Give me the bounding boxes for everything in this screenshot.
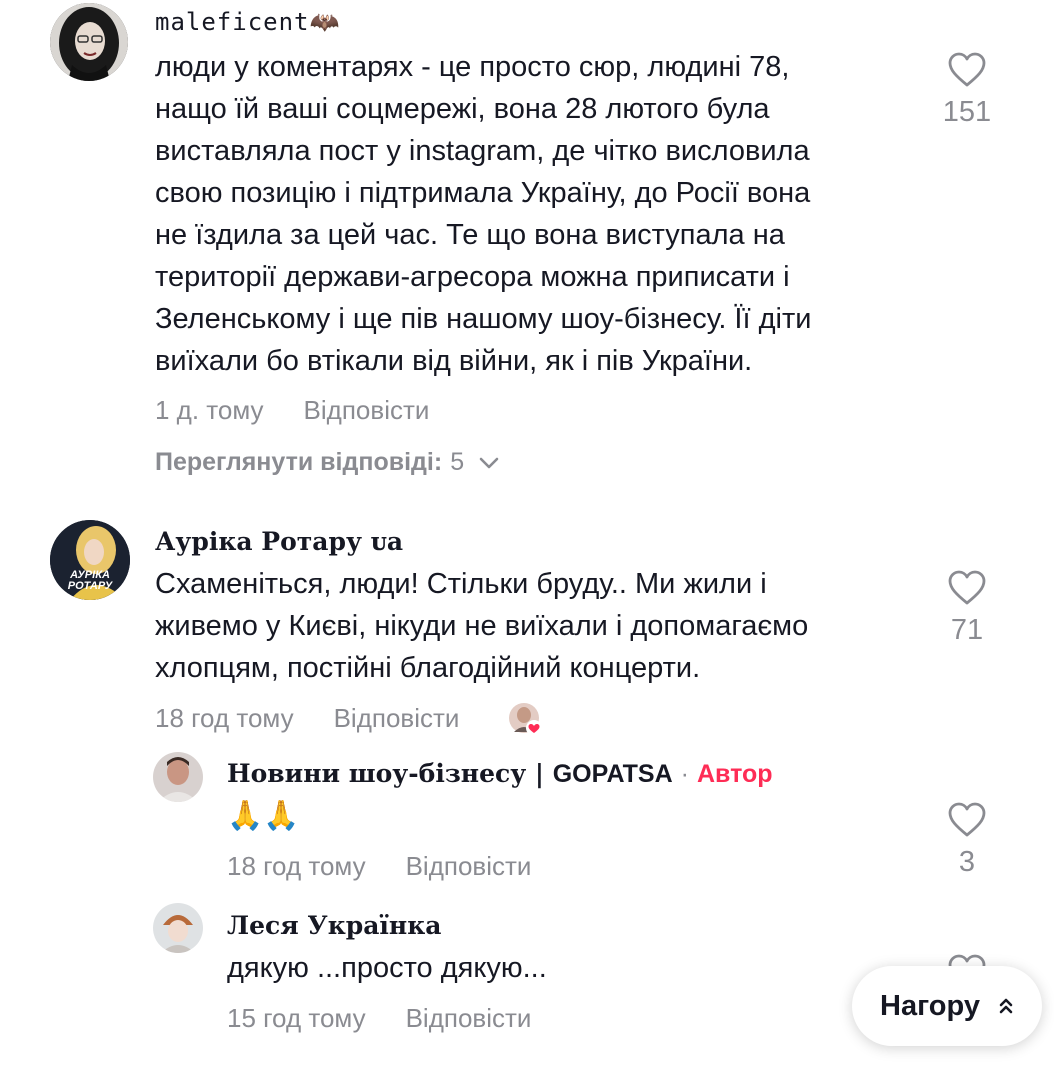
reply-timestamp: 15 год тому [227, 1003, 366, 1033]
chevron-down-icon [479, 457, 499, 468]
avatar-image-icon [153, 903, 203, 953]
reply-meta: 18 год тому Відповісти [227, 851, 531, 882]
comment-username[interactable]: maleficent🦇 [155, 8, 340, 36]
heart-icon [948, 570, 986, 605]
reply-button[interactable]: Відповісти [406, 851, 532, 882]
comment-text: люди у коментарях - це просто сюр, людин… [155, 51, 812, 377]
like-button[interactable] [937, 802, 997, 838]
author-badge: Автор [696, 760, 773, 788]
reply-button[interactable]: Відповісти [334, 703, 460, 734]
comment-text: Схаменіться, люди! Стільки бруду.. Ми жи… [155, 568, 809, 684]
avatar[interactable]: АУРІКА РОТАРУ [50, 520, 130, 600]
like-count: 3 [958, 846, 976, 878]
view-replies-label: Переглянути відповіді: [155, 448, 443, 476]
reply-username[interactable]: Леся Українка [227, 911, 441, 940]
like-button[interactable] [937, 52, 997, 88]
reply-text: дякую ...просто дякую... [227, 952, 547, 984]
avatar[interactable] [50, 3, 128, 81]
avatar-image-icon [153, 752, 203, 802]
comment-username[interactable]: Аурiка Ротару ᴜa [155, 527, 403, 556]
back-to-top-button[interactable]: Нагору [852, 966, 1042, 1046]
comment-meta: 18 год тому Відповісти [155, 703, 459, 734]
avatar-text: РОТАРУ [67, 580, 113, 592]
avatar-image-icon [50, 3, 128, 81]
like-count: 71 [950, 614, 984, 646]
avatar[interactable] [153, 752, 203, 802]
double-chevron-up-icon [999, 998, 1013, 1014]
like-button[interactable] [937, 570, 997, 606]
separator: · [680, 760, 689, 788]
back-to-top-label: Нагору [880, 989, 980, 1022]
heart-icon [948, 802, 986, 837]
comment-timestamp: 18 год тому [155, 703, 294, 733]
creator-liked-icon [509, 703, 542, 736]
comment-meta: 1 д. тому Відповісти [155, 395, 429, 426]
reply-username-suffix: GOPATSA [552, 760, 673, 788]
reply-button[interactable]: Відповісти [406, 1003, 532, 1034]
like-count: 151 [942, 96, 992, 128]
reply-username-text: Новини шоу-бізнесу | [227, 759, 553, 788]
creator-liked-badge [508, 702, 542, 736]
avatar[interactable] [153, 903, 203, 953]
comment-timestamp: 1 д. тому [155, 395, 264, 425]
reply-text: 🙏🙏 [227, 800, 300, 832]
view-replies-count: 5 [450, 448, 465, 476]
heart-icon [948, 52, 986, 87]
reply-button[interactable]: Відповісти [304, 395, 430, 426]
reply-meta: 15 год тому Відповісти [227, 1003, 531, 1034]
view-replies-button[interactable]: Переглянути відповіді: 5 [155, 448, 500, 477]
reply-username[interactable]: Новини шоу-бізнесу | GOPATSA · Автор [227, 759, 773, 789]
reply-timestamp: 18 год тому [227, 851, 366, 881]
